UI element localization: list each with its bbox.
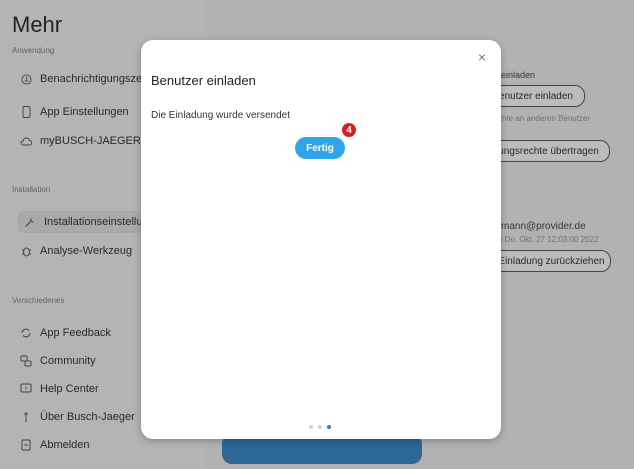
dialog-title: Benutzer einladen xyxy=(151,73,256,88)
step-badge: 4 xyxy=(342,123,356,137)
close-icon[interactable]: × xyxy=(475,50,489,64)
invite-user-dialog: × Benutzer einladen Die Einladung wurde … xyxy=(141,40,501,439)
page-indicator xyxy=(309,425,331,429)
dialog-message: Die Einladung wurde versendet xyxy=(151,110,290,121)
page-dot-active[interactable] xyxy=(327,425,331,429)
page-dot[interactable] xyxy=(309,425,313,429)
page-dot[interactable] xyxy=(318,425,322,429)
done-button[interactable]: Fertig xyxy=(295,137,345,159)
app-screen: Mehr Anwendung Benachrichtigungszent App… xyxy=(0,0,634,469)
